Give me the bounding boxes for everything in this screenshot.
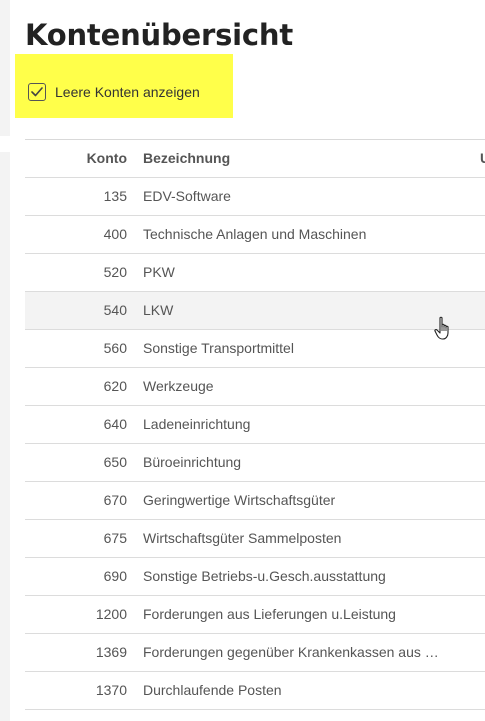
account-name: Wirtschaftsgüter Sammelposten [143,530,342,546]
table-row[interactable]: 670 Geringwertige Wirtschaftsgüter [25,482,485,520]
account-name: Forderungen aus Lieferungen u.Leistung [143,606,396,622]
account-number: 1370 [95,682,127,698]
account-number: 1200 [95,606,127,622]
table-row[interactable]: 135 EDV-Software [25,178,485,216]
account-number: 675 [103,530,127,546]
account-number: 620 [103,378,127,394]
account-name: Sonstige Betriebs-u.Gesch.ausstattung [143,568,386,584]
table-row[interactable]: 560 Sonstige Transportmittel [25,330,485,368]
column-header-konto[interactable]: Konto [25,140,127,177]
account-number: 400 [103,226,127,242]
table-row[interactable]: 520 PKW [25,254,485,292]
table-row[interactable]: 1369 Forderungen gegenüber Krankenkassen … [25,634,485,672]
show-empty-accounts-checkbox[interactable] [28,83,46,101]
account-number: 135 [103,188,127,204]
account-name: Durchlaufende Posten [143,682,282,698]
account-number: 560 [103,340,127,356]
side-panel-notch [0,136,10,152]
table-row[interactable]: 675 Wirtschaftsgüter Sammelposten [25,520,485,558]
table-row[interactable]: 690 Sonstige Betriebs-u.Gesch.ausstattung [25,558,485,596]
account-number: 520 [103,264,127,280]
checkmark-icon [31,87,43,97]
show-empty-accounts-label: Leere Konten anzeigen [55,84,200,100]
account-number: 540 [103,302,127,318]
table-row[interactable]: 400 Technische Anlagen und Maschinen [25,216,485,254]
hand-pointer-icon [434,316,449,340]
account-name: Ladeneinrichtung [143,416,251,432]
account-name: Sonstige Transportmittel [143,340,294,356]
account-number: 690 [103,568,127,584]
table-row[interactable]: 620 Werkzeuge [25,368,485,406]
page-title: Kontenübersicht [25,18,293,52]
account-name: LKW [143,302,174,318]
table-row[interactable]: 1370 Durchlaufende Posten [25,672,485,710]
table-header-row: Konto Bezeichnung U [25,140,485,178]
account-name: Forderungen gegenüber Krankenkassen aus … [143,644,439,660]
column-header-bezeichnung[interactable]: Bezeichnung [143,140,449,177]
column-header-truncated[interactable]: U [480,140,485,177]
table-row[interactable]: 1200 Forderungen aus Lieferungen u.Leistu… [25,596,485,634]
account-number: 670 [103,492,127,508]
side-panel-edge [0,0,10,721]
table-row[interactable]: 540 LKW [25,292,485,330]
account-name: PKW [143,264,175,280]
account-name: Geringwertige Wirtschaftsgüter [143,492,336,508]
account-name: EDV-Software [143,188,231,204]
table-row[interactable]: 650 Büroeinrichtung [25,444,485,482]
accounts-table: Konto Bezeichnung U 135 EDV-Software 400 Te… [25,139,485,710]
account-name: Werkzeuge [143,378,214,394]
show-empty-accounts-toggle[interactable]: Leere Konten anzeigen [28,81,200,103]
table-row[interactable]: 640 Ladeneinrichtung [25,406,485,444]
account-name: Büroeinrichtung [143,454,242,470]
account-number: 1369 [95,644,127,660]
account-number: 640 [103,416,127,432]
account-number: 650 [103,454,127,470]
account-name: Technische Anlagen und Maschinen [143,226,367,242]
